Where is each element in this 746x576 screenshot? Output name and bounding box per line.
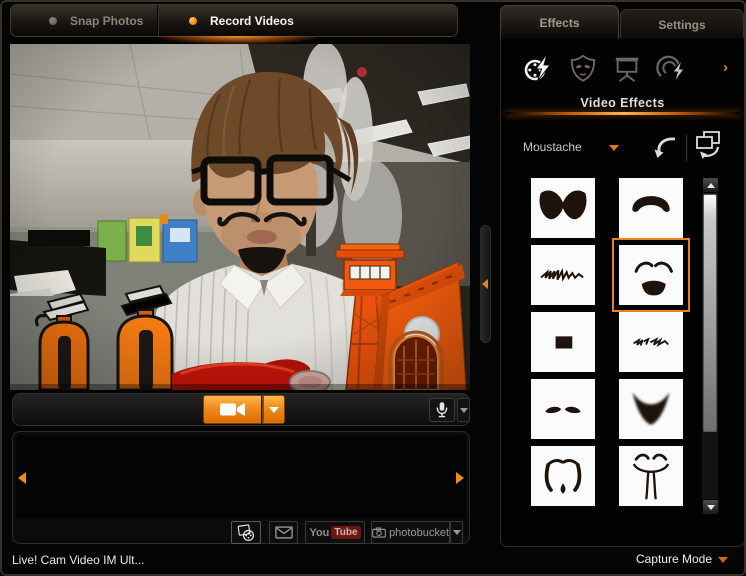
capture-mode-selector[interactable]: Capture Mode: [636, 552, 712, 566]
chevron-down-icon: [459, 407, 468, 413]
scroll-down-button[interactable]: [702, 499, 719, 515]
photobucket-share-button[interactable]: photobucket: [371, 521, 450, 544]
triangle-up-icon: [706, 182, 715, 188]
microphone-options-arrow[interactable]: [457, 398, 470, 422]
undo-arrow-icon: [654, 137, 676, 158]
effect-thumbnail-toothbrush[interactable]: [531, 312, 595, 372]
record-options-arrow[interactable]: [262, 395, 285, 424]
section-title-underline: [505, 112, 741, 115]
youtube-share-button[interactable]: You Tube: [305, 521, 365, 544]
app-window: Snap Photos Record Videos You Tube photo…: [0, 0, 746, 576]
film-effects-icon[interactable]: [521, 50, 557, 86]
tab-settings[interactable]: Settings: [620, 9, 744, 39]
scrollbar-thumb[interactable]: [703, 194, 717, 432]
video-preview: [10, 44, 470, 390]
microphone-icon: [436, 402, 448, 418]
record-video-button[interactable]: [203, 395, 261, 424]
tab-effects[interactable]: Effects: [500, 5, 619, 39]
app-title: Live! Cam Video IM Ult...: [12, 553, 145, 567]
reset-effect-button[interactable]: [653, 134, 679, 160]
youtube-logo-text: You: [309, 526, 330, 539]
chevron-down-icon: [452, 530, 461, 535]
effect-thumbnail-thin-pair[interactable]: [531, 379, 595, 439]
microphone-button[interactable]: [429, 398, 455, 422]
triangle-down-icon: [706, 504, 715, 510]
tab-indicator-dot: [189, 16, 197, 25]
toolbar-divider: [686, 135, 687, 161]
more-categories-arrow[interactable]: ›: [723, 59, 728, 76]
chevron-left-icon: [482, 279, 488, 289]
tab-label: Effects: [539, 15, 580, 30]
apply-to-all-button[interactable]: [692, 130, 722, 160]
video-camera-icon: [219, 403, 245, 416]
clips-strip: [16, 435, 466, 518]
email-share-button[interactable]: [269, 521, 298, 544]
capture-mode-arrow-icon[interactable]: [718, 557, 728, 563]
movie-maker-icon: [237, 523, 254, 541]
recorded-clips-panel: You Tube photobucket: [12, 431, 470, 544]
youtube-logo-badge: Tube: [331, 526, 361, 539]
effect-thumbnail-bushy-goatee[interactable]: [619, 379, 683, 439]
layers-arrow-icon: [696, 131, 720, 159]
strip-next-arrow[interactable]: [456, 472, 464, 484]
effect-thumbnail-small-scribble[interactable]: [619, 312, 683, 372]
mask-effects-icon[interactable]: [565, 50, 601, 86]
camera-icon: [372, 527, 386, 538]
effects-panel: › Video Effects Moustache: [500, 38, 744, 547]
background-effects-icon[interactable]: [609, 50, 645, 86]
tab-snap-photos[interactable]: Snap Photos: [11, 5, 158, 36]
effect-thumbnail-thin-scribble[interactable]: [531, 245, 595, 305]
capture-tabbar: Snap Photos Record Videos: [10, 4, 458, 37]
effect-thumbnail-curl-and-goatee[interactable]: [612, 238, 690, 312]
tab-label: Settings: [658, 17, 706, 32]
effect-thumbnail-round-droop[interactable]: [619, 178, 683, 238]
distortion-effects-icon[interactable]: [652, 50, 688, 86]
strip-prev-arrow[interactable]: [18, 472, 26, 484]
effect-style-dropdown[interactable]: Moustache: [523, 140, 582, 154]
chevron-down-icon: [268, 406, 279, 413]
effect-thumbnail-grid: [531, 178, 690, 506]
panel-collapse-handle[interactable]: [479, 224, 492, 344]
section-title: Video Effects: [580, 96, 665, 110]
effects-scrollbar[interactable]: [701, 177, 719, 515]
tab-record-videos[interactable]: Record Videos: [158, 5, 457, 36]
email-icon: [274, 526, 293, 539]
dropdown-caret-icon[interactable]: [609, 145, 619, 151]
scroll-up-button[interactable]: [702, 177, 719, 193]
effect-thumbnail-fu-manchu[interactable]: [531, 446, 595, 506]
photobucket-logo-text: photobucket: [389, 526, 449, 539]
make-movie-button[interactable]: [231, 521, 261, 544]
tab-indicator-dot: [49, 16, 57, 25]
effect-thumbnail-handlebar[interactable]: [531, 178, 595, 238]
tab-label: Snap Photos: [70, 13, 144, 28]
tab-label: Record Videos: [210, 13, 294, 28]
effect-thumbnail-long-strands[interactable]: [619, 446, 683, 506]
effect-category-row: ›: [501, 50, 744, 88]
capture-controls-bar: [12, 393, 470, 426]
share-options-arrow[interactable]: [450, 521, 463, 544]
